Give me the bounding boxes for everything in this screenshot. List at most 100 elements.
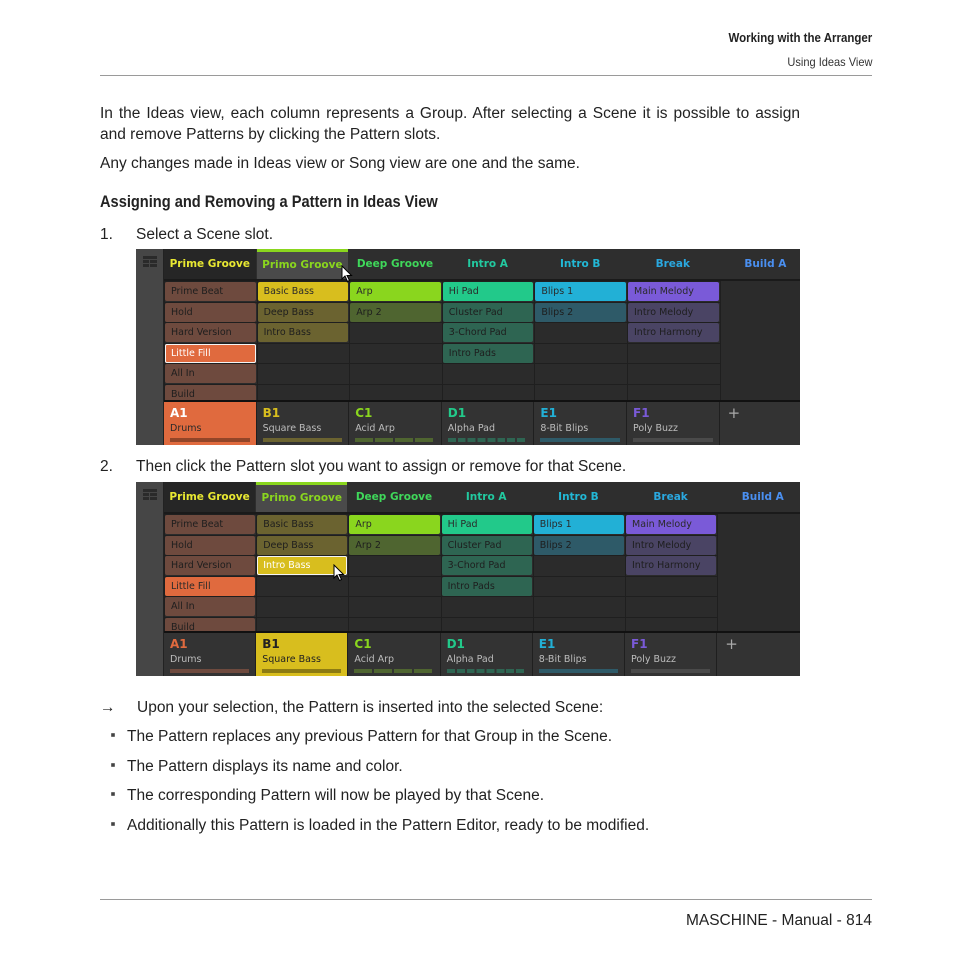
pattern-slot[interactable]: Intro Melody xyxy=(628,302,719,322)
scene-slot[interactable]: Primo Groove xyxy=(256,482,348,512)
pattern-slot[interactable]: Hard Version xyxy=(165,323,256,343)
scene-slot[interactable]: Prime Groove xyxy=(164,249,256,279)
pattern-slot[interactable]: Cluster Pad xyxy=(442,302,534,322)
pattern-slot[interactable]: Arp xyxy=(349,515,440,534)
group-name: Square Bass xyxy=(262,654,321,665)
pattern-slot[interactable]: Arp xyxy=(350,282,441,301)
pattern-slot[interactable]: Little Fill xyxy=(165,576,256,596)
pattern-slot[interactable]: Blips 1 xyxy=(533,515,624,534)
scene-slot[interactable]: Build A xyxy=(717,482,800,512)
group-slot[interactable]: D1 Alpha Pad xyxy=(441,633,533,676)
pattern-slot[interactable] xyxy=(628,364,719,383)
pattern-slot[interactable]: Basic Bass xyxy=(257,515,348,534)
pattern-slot[interactable] xyxy=(257,597,347,616)
pattern-slot[interactable] xyxy=(628,344,719,363)
group-name: Drums xyxy=(170,423,202,434)
pattern-slot[interactable]: Intro Pads xyxy=(442,343,534,363)
scene-slot[interactable]: Deep Groove xyxy=(348,482,439,512)
group-slot[interactable]: B1 Square Bass xyxy=(256,633,349,676)
pattern-slot[interactable]: Arp 2 xyxy=(349,535,440,555)
add-group-button[interactable]: + xyxy=(717,633,800,676)
arrange-view-icon[interactable] xyxy=(143,489,157,501)
pattern-slot[interactable]: 3-Chord Pad xyxy=(441,556,532,576)
pattern-slot[interactable] xyxy=(534,597,624,616)
bullet-text: The corresponding Pattern will now be pl… xyxy=(127,787,545,804)
group-strip: A1 Drums B1 Square Bass C1 Acid Arp D1 Alpha Pa… xyxy=(164,400,800,445)
group-slot[interactable]: F1 Poly Buzz xyxy=(625,633,718,676)
scene-slot[interactable]: Intro A xyxy=(441,482,532,512)
group-slot[interactable]: D1 Alpha Pad xyxy=(442,402,535,445)
pattern-slot[interactable]: Intro Pads xyxy=(441,576,532,596)
scene-slot[interactable]: Intro B xyxy=(533,482,624,512)
scene-slot[interactable]: Build A xyxy=(720,249,800,279)
pattern-slot[interactable] xyxy=(350,323,441,342)
pattern-slot[interactable]: Prime Beat xyxy=(165,282,256,301)
group-slot[interactable]: C1 Acid Arp xyxy=(349,402,442,445)
group-slot[interactable]: F1 Poly Buzz xyxy=(627,402,720,445)
pattern-slot[interactable] xyxy=(443,364,534,383)
group-slot[interactable]: E1 8-Bit Blips xyxy=(534,402,627,445)
pattern-slot[interactable] xyxy=(442,597,532,616)
pattern-slot[interactable] xyxy=(535,364,626,383)
pattern-slot[interactable]: Little Fill xyxy=(165,343,256,363)
pattern-slot[interactable]: Basic Bass xyxy=(257,282,349,301)
group-slot[interactable]: A1 Drums xyxy=(164,633,257,676)
pattern-slot[interactable]: Intro Harmony xyxy=(626,556,717,576)
pattern-slot[interactable]: Blips 1 xyxy=(535,282,626,301)
pattern-slot[interactable]: Arp 2 xyxy=(350,302,441,322)
pattern-slot[interactable]: Main Melody xyxy=(628,282,719,301)
scene-slot[interactable]: Break xyxy=(627,249,719,279)
pattern-slot[interactable]: All In xyxy=(165,364,256,384)
scene-slot[interactable]: Prime Groove xyxy=(164,482,256,512)
pattern-slot[interactable] xyxy=(535,344,626,363)
pattern-slot[interactable]: Intro Melody xyxy=(626,535,717,555)
pattern-slot[interactable] xyxy=(349,577,439,596)
pattern-slot[interactable] xyxy=(258,364,349,383)
pattern-slot[interactable]: Hi Pad xyxy=(441,515,532,534)
pattern-slot[interactable]: Cluster Pad xyxy=(441,535,532,555)
header-divider xyxy=(100,75,872,76)
pattern-slot[interactable]: Deep Bass xyxy=(257,535,348,555)
grid-line xyxy=(719,281,721,405)
scene-slot[interactable]: Deep Groove xyxy=(349,249,441,279)
pattern-slot[interactable] xyxy=(258,344,349,363)
group-slot[interactable]: A1 Drums xyxy=(164,402,257,445)
pattern-slot[interactable] xyxy=(626,577,716,596)
group-slot[interactable]: E1 8-Bit Blips xyxy=(533,633,625,676)
add-group-button[interactable]: + xyxy=(720,402,800,445)
group-pattern-bar xyxy=(170,438,250,442)
pattern-slot[interactable]: Hard Version xyxy=(165,556,256,576)
pattern-slot[interactable]: 3-Chord Pad xyxy=(442,323,534,343)
pattern-slot[interactable]: Intro Harmony xyxy=(628,323,719,343)
pattern-slot[interactable]: All In xyxy=(165,597,256,617)
pattern-slot[interactable]: Blips 2 xyxy=(533,535,624,555)
pattern-slot[interactable] xyxy=(349,597,439,616)
group-slot[interactable]: C1 Acid Arp xyxy=(348,633,441,676)
pattern-slot[interactable]: Hold xyxy=(165,302,256,322)
section-heading: Assigning and Removing a Pattern in Idea… xyxy=(100,192,438,211)
scene-slot[interactable]: Intro B xyxy=(534,249,626,279)
arrange-view-icon[interactable] xyxy=(143,256,157,268)
note-paragraph: Any changes made in Ideas view or Song v… xyxy=(100,155,580,172)
pattern-slot[interactable] xyxy=(350,364,441,383)
group-name: Poly Buzz xyxy=(633,423,678,434)
scene-slot[interactable]: Intro A xyxy=(442,249,534,279)
scene-slot[interactable]: Primo Groove xyxy=(256,249,349,279)
pattern-slot[interactable] xyxy=(534,577,624,596)
pattern-slot[interactable]: Main Melody xyxy=(626,515,717,534)
pattern-slot[interactable]: Hold xyxy=(165,535,256,555)
group-slot[interactable]: B1 Square Bass xyxy=(257,402,350,445)
group-id: E1 xyxy=(538,637,556,651)
pattern-slot[interactable] xyxy=(349,556,439,575)
pattern-slot[interactable]: Hi Pad xyxy=(442,282,534,301)
pattern-slot[interactable] xyxy=(626,597,716,616)
pattern-slot[interactable] xyxy=(350,344,441,363)
pattern-slot[interactable]: Deep Bass xyxy=(257,302,349,322)
pattern-slot[interactable]: Blips 2 xyxy=(535,302,626,322)
pattern-slot[interactable]: Prime Beat xyxy=(165,515,256,534)
pattern-slot[interactable]: Intro Bass xyxy=(257,323,349,343)
pattern-slot[interactable] xyxy=(534,556,624,575)
pattern-slot[interactable] xyxy=(535,323,626,342)
scene-slot[interactable]: Break xyxy=(625,482,716,512)
group-strip: A1 Drums B1 Square Bass C1 Acid Arp D1 Alpha Pa… xyxy=(164,631,800,676)
